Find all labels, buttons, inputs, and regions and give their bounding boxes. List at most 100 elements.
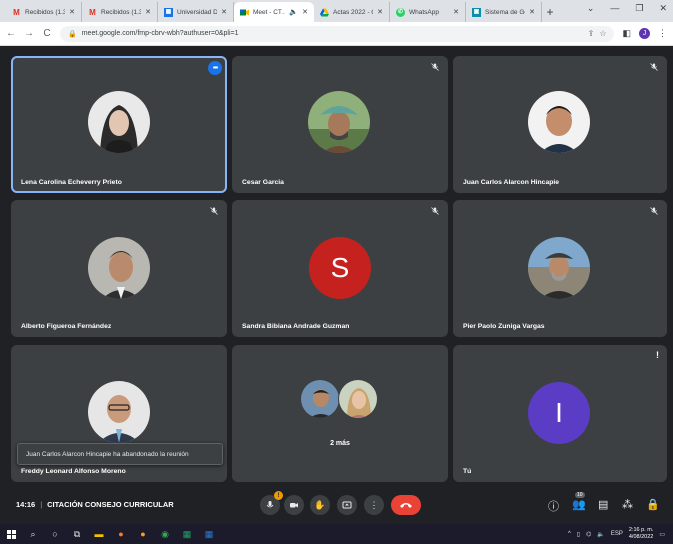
camera-button[interactable] [284,495,304,515]
menu-dots-icon[interactable]: ⋮ [658,28,667,39]
participant-name: Tú [463,468,472,475]
close-window-icon[interactable]: ✕ [659,3,667,14]
close-icon[interactable]: ✕ [453,8,459,16]
tab-title: Meet - CT… [253,8,286,16]
present-screen-button[interactable] [337,495,357,515]
university-icon: ▦ [164,7,173,17]
people-icon[interactable]: 10 👥 [572,492,586,511]
profile-avatar[interactable]: J [639,28,650,39]
url-text: meet.google.com/fmp-cbrv-wbh?authuser=0&… [81,30,239,37]
forward-icon[interactable]: → [24,28,34,39]
search-icon[interactable]: ⌕ [22,524,44,544]
participant-tile[interactable]: Cesar Garcia [232,56,448,193]
more-participants-label: 2 más [330,440,350,447]
participant-name: Cesar Garcia [242,179,284,186]
battery-icon[interactable]: ▯ [577,531,580,538]
chevron-down-icon[interactable]: ⌄ [587,3,595,14]
browser-app-icon[interactable]: ● [132,524,154,544]
system-clock[interactable]: 2:16 p. m. 4/08/2022 [629,527,653,541]
close-icon[interactable]: ✕ [221,8,227,16]
new-tab-button[interactable]: + [542,2,558,22]
speaker-icon[interactable]: 🔈 [289,8,298,16]
chrome-icon[interactable]: ◉ [154,524,176,544]
meeting-control-bar: 14:16 | CITACIÓN CONSEJO CURRICULAR ! ✋ ⋮ … [0,490,673,520]
drive-icon [320,8,329,17]
browser-tab-gmail-2[interactable]: M Recibidos (1.3… ✕ [82,2,158,22]
bookmark-star-icon[interactable]: ☆ [599,29,606,38]
browser-tab-sistema[interactable]: ▣ Sistema de Ge… ✕ [466,2,542,22]
more-options-button[interactable]: ⋮ [364,495,384,515]
word-icon[interactable]: ▦ [198,524,220,544]
whatsapp-icon: ✆ [396,7,405,17]
mic-button[interactable]: ! [260,491,283,515]
browser-tab-whatsapp[interactable]: ✆ WhatsApp ✕ [390,2,466,22]
windows-start-icon[interactable] [0,524,22,544]
mic-off-icon [430,206,440,216]
participant-tile[interactable]: Alberto Figueroa Fernández [11,200,227,337]
close-icon[interactable]: ✕ [529,8,535,16]
leave-call-button[interactable] [391,495,421,515]
volume-icon[interactable]: 🔈 [597,531,604,538]
avatar [528,237,590,299]
cortana-icon[interactable]: ○ [44,524,66,544]
speaking-indicator-icon: ••• [208,61,222,75]
mic-off-icon [649,62,659,72]
lock-icon[interactable]: 🔒 [68,30,77,38]
sidebar-icon[interactable]: ◧ [622,28,631,39]
mic-warning-badge: ! [274,491,283,500]
url-field[interactable]: 🔒 meet.google.com/fmp-cbrv-wbh?authuser=… [60,25,615,42]
close-icon[interactable]: ✕ [302,8,308,16]
participant-name: Lena Carolina Echeverry Prieto [21,179,122,186]
participant-count: 10 [575,492,585,498]
back-icon[interactable]: ← [6,28,16,39]
browser-tab-universidad[interactable]: ▦ Universidad D… ✕ [158,2,234,22]
excel-icon[interactable]: ▦ [176,524,198,544]
mic-warning-icon[interactable]: ! [656,350,659,360]
gmail-icon: M [89,7,96,17]
close-icon[interactable]: ✕ [377,8,383,16]
firefox-icon[interactable]: ● [110,524,132,544]
browser-tab-meet[interactable]: Meet - CT… 🔈 ✕ [234,2,314,22]
hand-icon: ✋ [314,499,326,510]
windows-taskbar: ⌕ ○ ⧉ ▬ ● ● ◉ ▦ ▦ ^ ▯ ⌬ 🔈 ESP 2:16 p. m.… [0,524,673,544]
system-icon: ▣ [472,7,481,17]
host-controls-icon[interactable]: 🔒 [646,498,660,511]
avatar [338,379,378,419]
avatar [528,91,590,153]
avatar-initial: S [309,237,371,299]
browser-tab-actas[interactable]: Actas 2022 - G… ✕ [314,2,390,22]
reload-icon[interactable]: C [42,28,52,39]
network-icon[interactable]: ⌬ [586,531,591,538]
close-icon[interactable]: ✕ [145,8,151,16]
raise-hand-button[interactable]: ✋ [310,495,330,515]
participant-name: Freddy Leonard Alfonso Moreno [21,468,126,475]
language-indicator[interactable]: ESP [611,531,623,537]
self-tile[interactable]: I ! Tú [453,345,667,482]
activities-icon[interactable]: ⁂ [622,498,633,511]
chevron-up-icon[interactable]: ^ [568,531,571,537]
participant-tile[interactable]: S Sandra Bibiana Andrade Guzman [232,200,448,337]
system-tray: ^ ▯ ⌬ 🔈 ESP 2:16 p. m. 4/08/2022 ▭ [568,524,665,544]
avatar-letter: S [330,252,350,283]
browser-tab-gmail-1[interactable]: M Recibidos (1.3… ✕ [6,2,82,22]
more-participants-tile[interactable]: 2 más [232,345,448,482]
share-icon[interactable]: ⇪ [588,29,595,38]
notification-icon[interactable]: ▭ [659,531,665,538]
participant-tile[interactable]: Pier Paolo Zuniga Vargas [453,200,667,337]
avatar [300,379,340,419]
close-icon[interactable]: ✕ [69,8,75,16]
participant-tile[interactable]: Juan Carlos Alarcon Hincapie [453,56,667,193]
tab-title: WhatsApp [409,8,439,16]
maximize-icon[interactable]: ❐ [635,3,643,14]
clock-date: 4/08/2022 [628,534,654,540]
task-view-icon[interactable]: ⧉ [66,524,88,544]
participant-name: Pier Paolo Zuniga Vargas [463,323,545,330]
participant-tile[interactable]: ••• Lena Carolina Echeverry Prieto [11,56,227,193]
chat-icon[interactable]: ▤ [598,498,608,511]
avatar [308,91,370,153]
tab-title: Recibidos (1.3… [101,8,142,16]
file-explorer-icon[interactable]: ▬ [88,524,110,544]
info-icon[interactable]: ⓘ [548,498,559,514]
minimize-icon[interactable]: — [610,3,619,14]
participant-name: Juan Carlos Alarcon Hincapie [463,179,560,186]
